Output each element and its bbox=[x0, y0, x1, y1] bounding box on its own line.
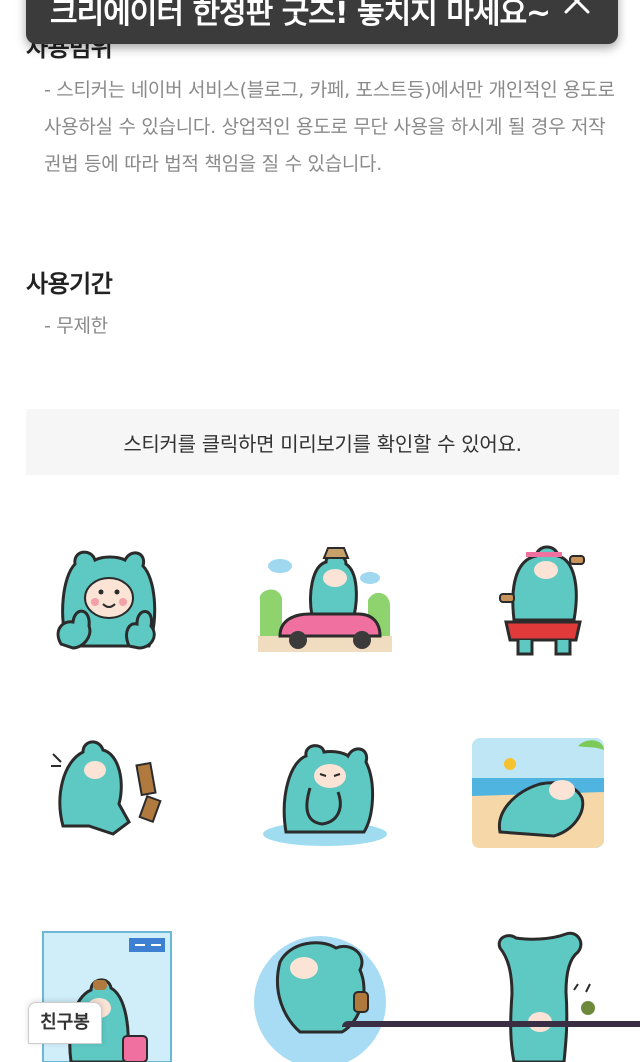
bear-beach-sunbathing-sticker[interactable] bbox=[470, 726, 620, 866]
usage-period-body: - 무제한 bbox=[44, 315, 108, 337]
bear-driving-car-sticker[interactable] bbox=[250, 536, 400, 676]
bear-angry-kick-sticker[interactable] bbox=[33, 726, 183, 866]
preview-notice-text: 스티커를 클릭하면 미리보기를 확인할 수 있어요. bbox=[123, 431, 522, 456]
bear-stretching-sticker[interactable] bbox=[470, 922, 620, 1062]
bear-thumbs-up-sticker[interactable] bbox=[33, 536, 183, 676]
bear-floating-water-sticker[interactable] bbox=[250, 922, 400, 1062]
usage-period-title: 사용기간 bbox=[26, 270, 113, 298]
preview-notice: 스티커를 클릭하면 미리보기를 확인할 수 있어요. bbox=[26, 409, 619, 475]
bear-crying-sticker[interactable] bbox=[250, 726, 400, 866]
friend-button[interactable]: 친구봉 bbox=[28, 1002, 102, 1044]
bottom-action-bar[interactable] bbox=[342, 1021, 640, 1027]
toast-text: 크리에이터 한정판 굿즈! 놓치지 마세요~ bbox=[50, 0, 551, 31]
promo-toast[interactable]: 크리에이터 한정판 굿즈! 놓치지 마세요~ bbox=[26, 0, 618, 44]
close-icon[interactable] bbox=[560, 0, 594, 18]
usage-scope-body: - 스티커는 네이버 서비스(블로그, 카페, 포스트등)에서만 개인적인 용도… bbox=[44, 79, 615, 175]
bear-dumbbell-sticker[interactable] bbox=[470, 536, 620, 676]
